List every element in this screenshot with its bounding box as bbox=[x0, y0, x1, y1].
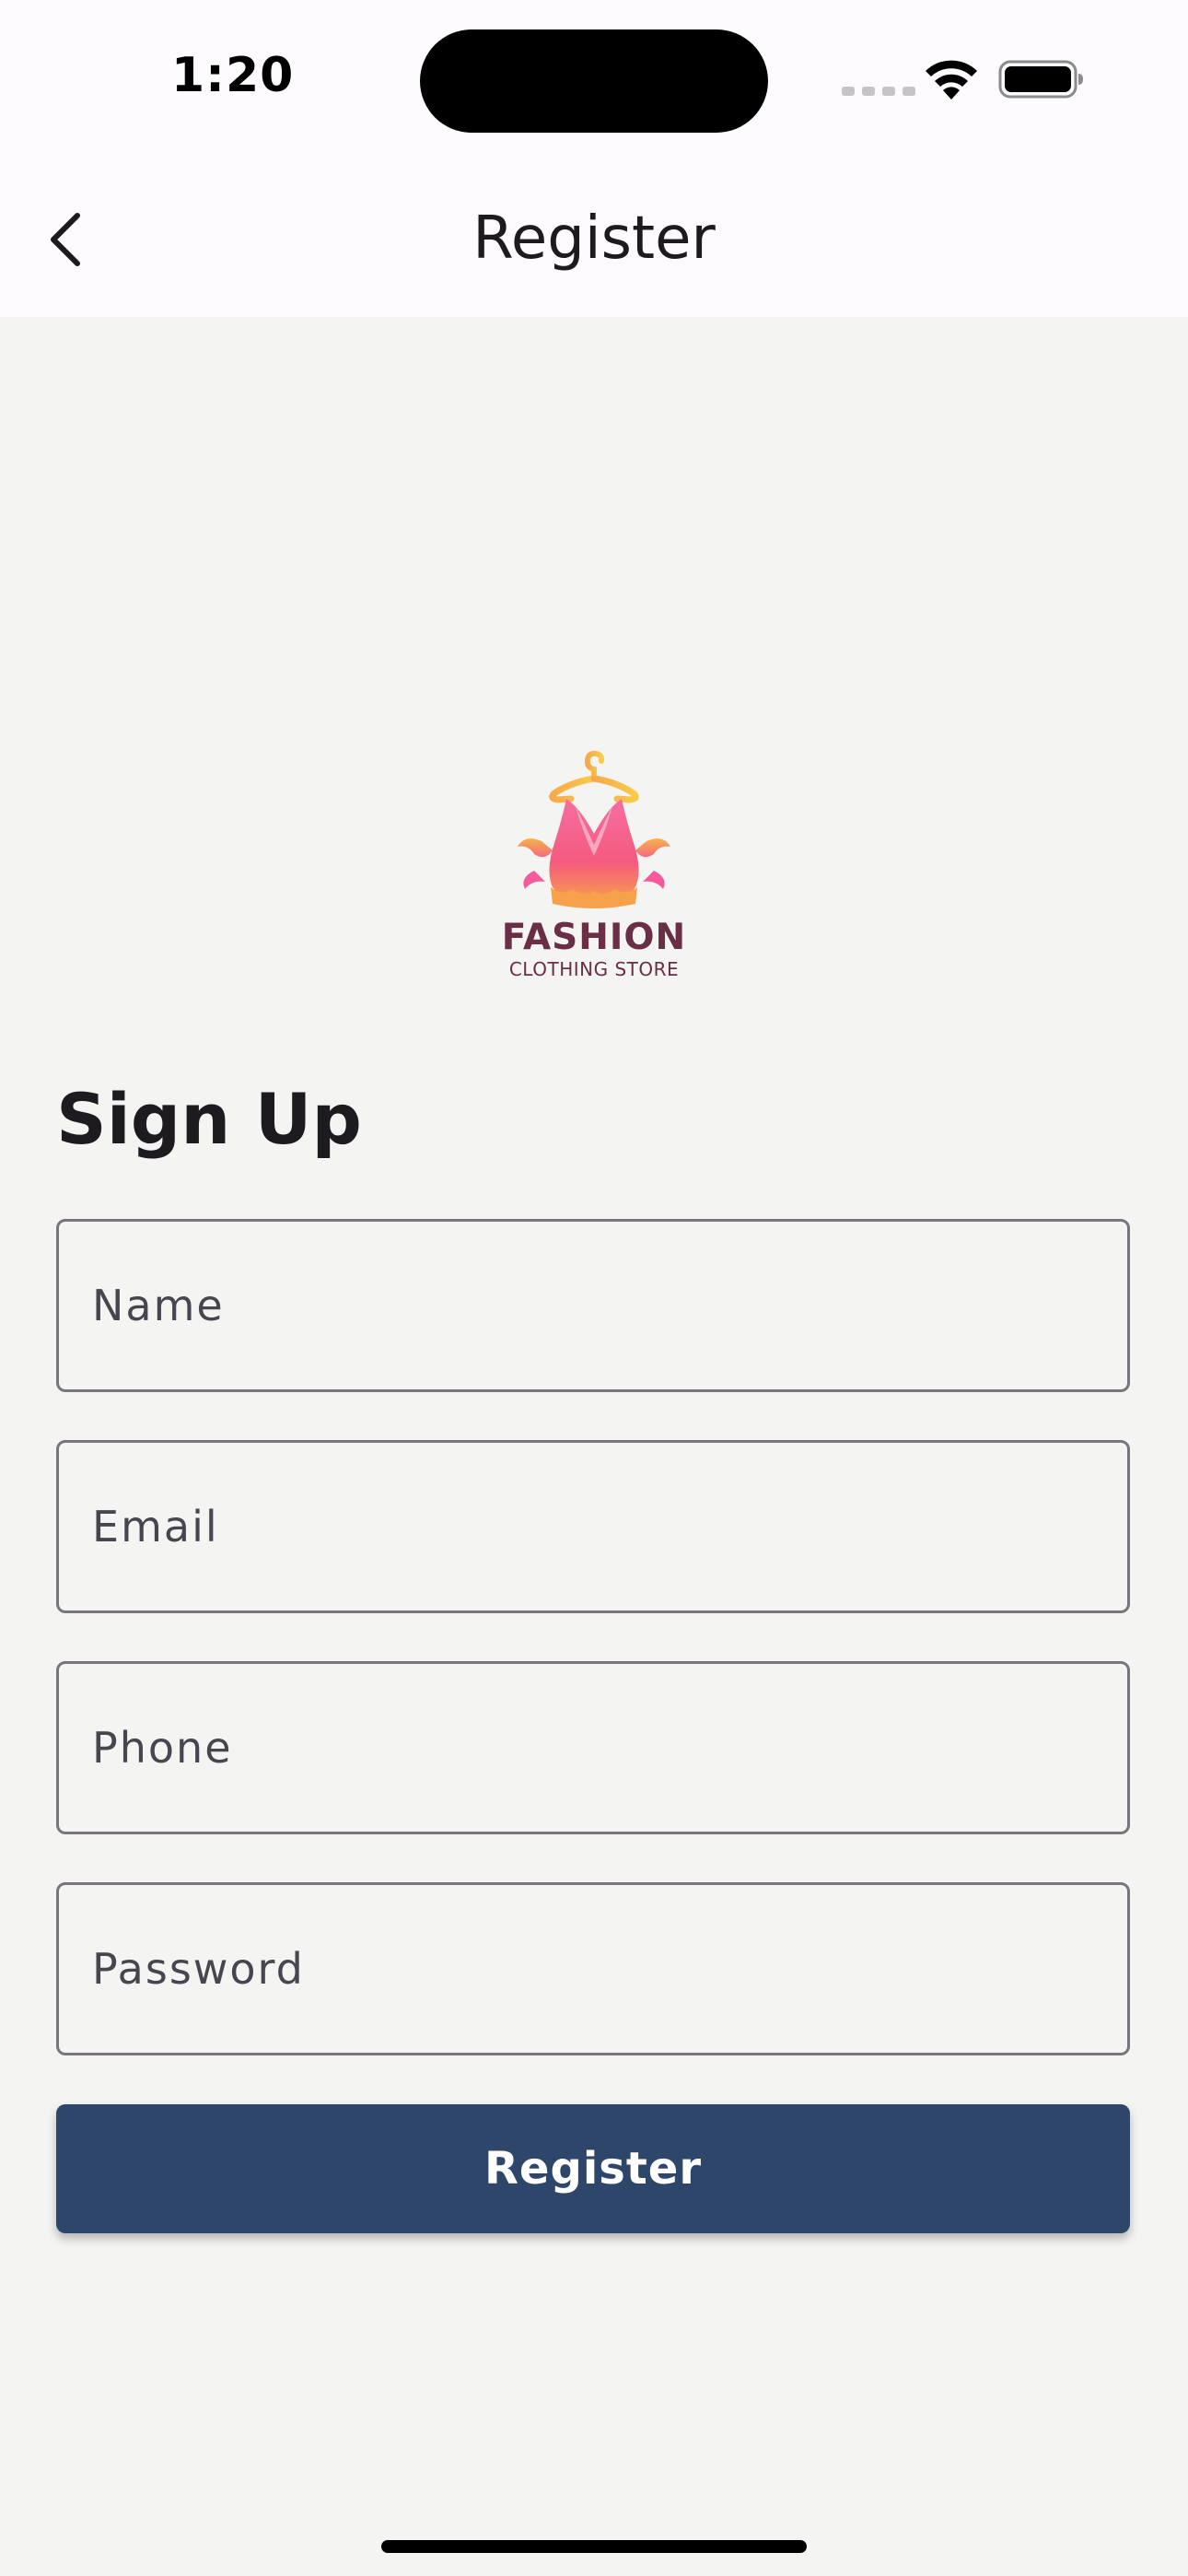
status-time: 1:20 bbox=[171, 48, 295, 103]
name-field[interactable] bbox=[56, 1219, 1130, 1392]
battery-icon bbox=[998, 60, 1083, 99]
page-title: Register bbox=[472, 205, 716, 273]
email-input[interactable] bbox=[59, 1443, 1127, 1610]
password-field[interactable] bbox=[56, 1882, 1130, 2055]
logo-subtitle: CLOTHING STORE bbox=[508, 958, 680, 980]
status-bar: 1:20 bbox=[0, 0, 1188, 162]
cellular-signal-icon bbox=[842, 87, 915, 96]
email-field[interactable] bbox=[56, 1440, 1130, 1613]
phone-field[interactable] bbox=[56, 1661, 1130, 1834]
wifi-icon bbox=[926, 60, 977, 100]
home-indicator[interactable] bbox=[381, 2540, 807, 2553]
form-title: Sign Up bbox=[56, 1078, 362, 1160]
hanger-dress-logo-icon bbox=[518, 750, 670, 908]
app-bar: Register bbox=[0, 162, 1188, 317]
dynamic-island bbox=[420, 29, 768, 133]
phone-input[interactable] bbox=[59, 1664, 1127, 1832]
register-button[interactable]: Register bbox=[56, 2104, 1130, 2233]
logo-wordmark: FASHION bbox=[501, 917, 687, 958]
password-input[interactable] bbox=[59, 1885, 1127, 2053]
fashion-store-logo: FASHION CLOTHING STORE bbox=[497, 742, 691, 981]
name-input[interactable] bbox=[59, 1222, 1127, 1389]
